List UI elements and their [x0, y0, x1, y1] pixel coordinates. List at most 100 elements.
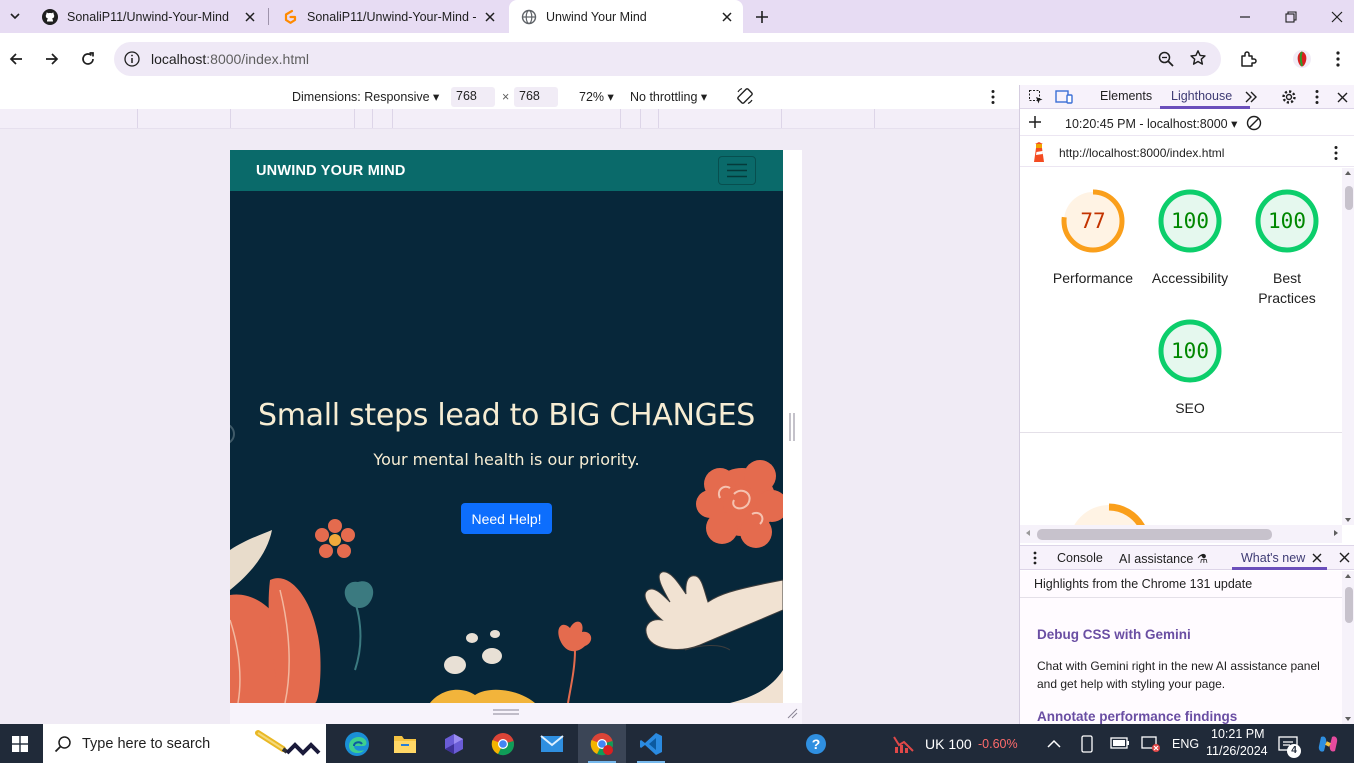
close-tab-icon[interactable] [719, 9, 735, 25]
chrome-profile-app[interactable] [578, 724, 626, 763]
tab-ai-assistance[interactable]: AI assistance ⚗ [1119, 551, 1208, 566]
height-input[interactable]: 768 [514, 87, 558, 107]
throttling-dropdown[interactable]: No throttling ▾ [630, 89, 707, 104]
inspect-element-icon[interactable] [1026, 87, 1046, 107]
help-app[interactable]: ? [792, 724, 840, 763]
report-horizontal-scrollbar[interactable] [1020, 525, 1342, 543]
clock-time[interactable]: 10:21 PM [1211, 727, 1265, 741]
copilot-tray-icon[interactable] [1317, 733, 1339, 758]
viewport-side-resize-handle[interactable] [788, 413, 796, 441]
tab-console[interactable]: Console [1057, 551, 1103, 565]
report-divider [1020, 432, 1342, 433]
viewport-bottom-resize-bar[interactable] [230, 703, 802, 724]
hero-title: Small steps lead to BIG CHANGES [258, 398, 755, 433]
tablet-icon[interactable] [1080, 735, 1094, 756]
stock-chart-icon[interactable] [893, 735, 915, 756]
tab-title: SonaliP11/Unwind-Your-Mind [67, 9, 229, 24]
bottom-resize-handle[interactable] [493, 709, 519, 715]
width-input[interactable]: 768 [451, 87, 495, 107]
need-help-button[interactable]: Need Help! [461, 503, 552, 534]
score-gauge[interactable]: 100 Accessibility [1145, 188, 1235, 288]
tab-lighthouse[interactable]: Lighthouse [1171, 89, 1232, 103]
windows-taskbar: Type here to search ? UK 100 -0.60% ENG … [0, 724, 1354, 763]
score-gauge[interactable]: 100 SEO [1145, 318, 1235, 418]
device-toolbar-toggle-icon[interactable] [1054, 87, 1074, 107]
vscode-app[interactable] [627, 724, 675, 763]
tab-title: Unwind Your Mind [546, 9, 647, 24]
restore-button[interactable] [1268, 0, 1314, 33]
whats-new-heading: Highlights from the Chrome 131 update [1034, 577, 1253, 591]
profile-avatar[interactable] [1290, 47, 1314, 71]
gitpod-icon [282, 9, 298, 25]
close-whats-new-icon[interactable] [1312, 552, 1322, 566]
dropdown-caret-icon: ▾ [1231, 117, 1238, 131]
performance-gauge-preview [1074, 503, 1145, 525]
minimize-button[interactable] [1222, 0, 1268, 33]
hamburger-menu-icon [727, 163, 747, 178]
media-query-ruler[interactable] [0, 109, 1019, 129]
taskbar-search-box[interactable]: Type here to search [43, 724, 326, 763]
score-ring: 100 [1255, 189, 1319, 253]
tab-unwind-your-mind[interactable]: Unwind Your Mind [509, 0, 743, 33]
settings-gear-icon[interactable] [1279, 87, 1299, 107]
edge-app[interactable] [333, 724, 381, 763]
back-button[interactable] [4, 47, 28, 71]
new-report-plus-icon[interactable] [1028, 115, 1042, 132]
close-window-button[interactable] [1314, 0, 1354, 33]
score-gauge[interactable]: 77 Performance [1048, 188, 1138, 288]
battery-icon[interactable] [1110, 736, 1130, 753]
close-devtools-icon[interactable] [1332, 87, 1352, 107]
dimension-separator: × [502, 90, 510, 104]
score-value: 100 [1268, 209, 1306, 233]
tab-whats-new[interactable]: What's new [1241, 551, 1305, 565]
language-indicator[interactable]: ENG [1172, 737, 1199, 751]
network-icon[interactable] [1141, 735, 1161, 756]
score-gauge[interactable]: 100 Best Practices [1242, 188, 1332, 308]
zoom-dropdown[interactable]: 72% ▾ [579, 89, 614, 104]
forward-button[interactable] [40, 47, 64, 71]
whats-new-scrollbar[interactable] [1342, 571, 1354, 724]
rotate-icon[interactable] [735, 86, 755, 109]
devtools-menu-icon[interactable] [1307, 87, 1327, 107]
tab-search-chevron-icon[interactable] [4, 5, 26, 27]
address-bar[interactable]: localhost:8000/index.html [114, 42, 1221, 76]
tab-elements[interactable]: Elements [1100, 89, 1152, 103]
score-value: 77 [1080, 209, 1105, 233]
close-tab-icon[interactable] [482, 9, 498, 25]
show-hidden-icons-chevron-icon[interactable] [1047, 737, 1061, 752]
new-tab-button[interactable] [751, 6, 773, 28]
site-brand[interactable]: UNWIND YOUR MIND [256, 163, 406, 179]
report-vertical-scrollbar[interactable] [1342, 168, 1354, 525]
extensions-puzzle-icon[interactable] [1236, 47, 1260, 71]
reload-button[interactable] [76, 47, 100, 71]
device-toolbar: Dimensions: Responsive ▾ 768 × 768 72% ▾… [0, 85, 1019, 109]
bookmark-star-icon[interactable] [1189, 49, 1207, 70]
start-button[interactable] [0, 724, 40, 763]
site-info-icon[interactable] [123, 50, 141, 71]
zoom-icon[interactable] [1157, 50, 1175, 71]
stock-name[interactable]: UK 100 [925, 736, 972, 752]
copilot-app[interactable] [430, 724, 478, 763]
corner-resize-handle[interactable] [786, 707, 798, 719]
clock-date[interactable]: 11/26/2024 [1206, 744, 1268, 758]
more-tabs-chevron-icon[interactable] [1241, 87, 1261, 107]
close-tab-icon[interactable] [242, 9, 258, 25]
clear-reports-icon[interactable] [1246, 115, 1262, 134]
tab-github[interactable]: SonaliP11/Unwind-Your-Mind [30, 0, 266, 33]
score-label: Accessibility [1151, 270, 1229, 286]
navbar-toggler[interactable] [718, 156, 756, 185]
whats-new-item-title[interactable]: Annotate performance findings [1037, 709, 1237, 724]
report-menu-icon[interactable] [1333, 145, 1339, 164]
drawer-menu-icon[interactable] [1032, 551, 1038, 568]
mail-app[interactable] [528, 724, 576, 763]
whats-new-item-title[interactable]: Debug CSS with Gemini [1037, 627, 1191, 642]
device-toolbar-menu-icon[interactable] [990, 89, 996, 108]
file-explorer-app[interactable] [381, 724, 429, 763]
dimensions-dropdown[interactable]: Dimensions: Responsive ▾ [292, 89, 439, 104]
report-selector[interactable]: 10:20:45 PM - localhost:8000 ▾ [1065, 116, 1237, 131]
report-url[interactable]: http://localhost:8000/index.html [1059, 146, 1224, 160]
close-drawer-icon[interactable] [1339, 552, 1350, 566]
tab-gitpod[interactable]: SonaliP11/Unwind-Your-Mind - [270, 0, 506, 33]
chrome-menu-icon[interactable] [1326, 47, 1350, 71]
chrome-app[interactable] [479, 724, 527, 763]
